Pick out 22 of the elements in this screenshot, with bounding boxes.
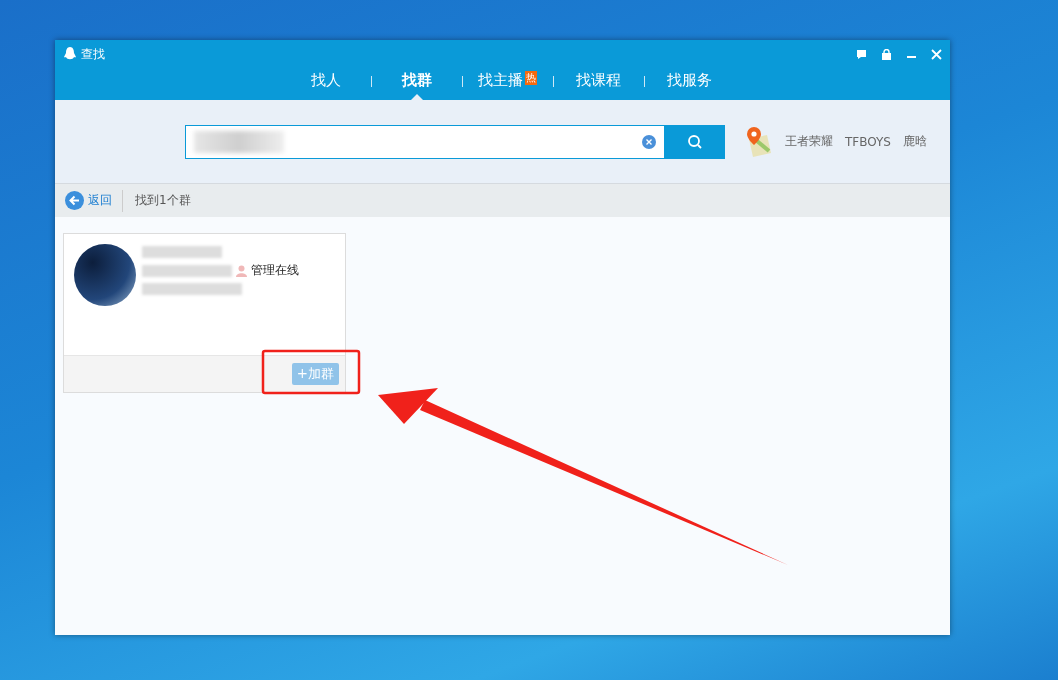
hot-keyword-link[interactable]: TFBOYS <box>845 134 891 149</box>
admin-status: 管理在线 <box>251 262 299 279</box>
penguin-icon <box>63 46 77 62</box>
result-count: 找到1个群 <box>135 192 191 209</box>
search-field[interactable] <box>185 124 665 159</box>
hot-keyword-link[interactable]: 王者荣耀 <box>785 133 833 150</box>
tab[interactable]: 找服务 <box>644 71 735 100</box>
search-button[interactable] <box>665 124 725 159</box>
lock-icon[interactable] <box>881 48 892 60</box>
person-icon <box>236 264 247 277</box>
search-icon <box>687 133 703 150</box>
hot-keyword-link[interactable]: 鹿晗 <box>903 133 927 150</box>
feedback-icon[interactable] <box>856 48 867 60</box>
tab[interactable]: 找群 <box>371 71 462 100</box>
join-group-button[interactable]: +加群 <box>291 363 339 385</box>
hot-badge: 热 <box>525 71 537 85</box>
close-icon[interactable] <box>931 48 942 60</box>
back-button[interactable]: 返回 <box>65 189 123 212</box>
tab[interactable]: 找课程 <box>553 71 644 100</box>
tab[interactable]: 找人 <box>280 71 371 100</box>
clear-icon[interactable] <box>642 134 656 149</box>
window-title: 查找 <box>81 45 105 63</box>
